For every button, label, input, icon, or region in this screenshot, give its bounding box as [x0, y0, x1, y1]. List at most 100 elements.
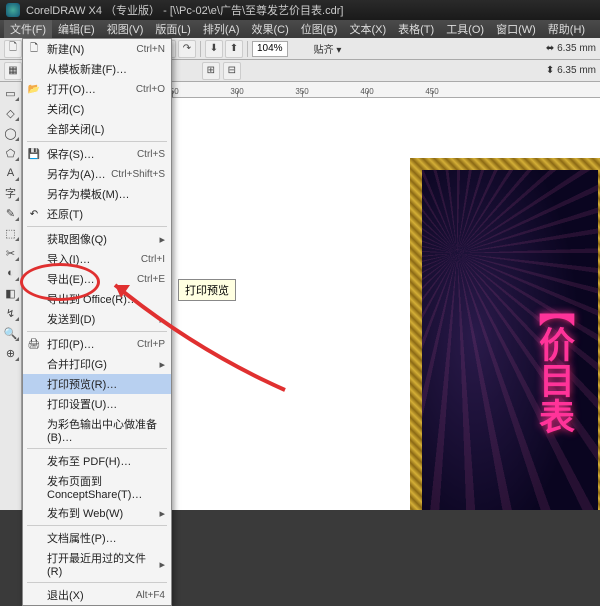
file-menu-item-18[interactable]: 合并打印(G)▸: [23, 354, 171, 374]
file-menu-item-4[interactable]: 全部关闭(L): [23, 119, 171, 139]
document-artwork[interactable]: 【价目表: [410, 158, 600, 510]
file-menu-item-7[interactable]: 另存为(A)…Ctrl+Shift+S: [23, 164, 171, 184]
menu-item-icon: 📂: [27, 82, 41, 96]
file-menu-item-25[interactable]: 发布到 Web(W)▸: [23, 503, 171, 523]
file-menu-item-6[interactable]: 💾保存(S)…Ctrl+S: [23, 144, 171, 164]
app-logo-icon: [6, 3, 20, 17]
submenu-arrow-icon: ▸: [159, 313, 165, 326]
pb-btn6-icon[interactable]: ⊟: [223, 62, 241, 80]
menu-shortcut: Ctrl+N: [136, 44, 165, 55]
menu-edit[interactable]: 编辑(E): [52, 20, 101, 38]
submenu-arrow-icon: ▸: [159, 233, 165, 246]
file-menu-item-14[interactable]: 导出到 Office(R)…: [23, 289, 171, 309]
file-menu-item-1[interactable]: 从模板新建(F)…: [23, 59, 171, 79]
file-menu-item-28[interactable]: 打开最近用过的文件(R)▸: [23, 548, 171, 580]
toolbox-tool-9[interactable]: ◐: [2, 264, 20, 282]
tb-export-icon[interactable]: ⬆: [225, 40, 243, 58]
menu-tools[interactable]: 工具(O): [440, 20, 490, 38]
file-menu-item-8[interactable]: 另存为模板(M)…: [23, 184, 171, 204]
menu-item-icon: [27, 397, 41, 411]
pb-btn1-icon[interactable]: ▦: [4, 62, 22, 80]
toolbox-tool-0[interactable]: ▭: [2, 84, 20, 102]
menu-item-label: 从模板新建(F)…: [47, 61, 127, 77]
nudge-y: ⬍ 6.35 mm: [546, 65, 596, 76]
ornate-frame: 【价目表: [410, 158, 600, 510]
menu-item-icon: [27, 531, 41, 545]
pb-btn5-icon[interactable]: ⊞: [202, 62, 220, 80]
toolbox-tool-2[interactable]: ◯: [2, 124, 20, 142]
menu-item-label: 导出到 Office(R)…: [47, 291, 138, 307]
file-menu-item-0[interactable]: 🗋新建(N)Ctrl+N: [23, 39, 171, 59]
menu-help[interactable]: 帮助(H): [542, 20, 591, 38]
toolbox-tool-6[interactable]: ✎: [2, 204, 20, 222]
toolbox-tool-5[interactable]: 字: [2, 184, 20, 202]
toolbox-tool-8[interactable]: ✂: [2, 244, 20, 262]
menu-effects[interactable]: 效果(C): [246, 20, 295, 38]
menu-separator: [27, 448, 167, 449]
menu-text[interactable]: 文本(X): [343, 20, 392, 38]
menu-separator: [27, 582, 167, 583]
ruler-tick-label: 450: [425, 87, 438, 96]
file-menu-item-2[interactable]: 📂打开(O)…Ctrl+O: [23, 79, 171, 99]
submenu-arrow-icon: ▸: [159, 358, 165, 371]
file-menu-dropdown: 🗋新建(N)Ctrl+N 从模板新建(F)… 📂打开(O)…Ctrl+O关闭(C)全…: [22, 38, 172, 606]
toolbox-tool-3[interactable]: ⬠: [2, 144, 20, 162]
divider: [200, 41, 201, 57]
submenu-arrow-icon: ▸: [159, 507, 165, 520]
menu-item-icon: [27, 588, 41, 602]
file-menu-item-17[interactable]: 🖨打印(P)…Ctrl+P: [23, 334, 171, 354]
menu-item-label: 打印设置(U)…: [47, 396, 117, 412]
file-menu-item-12[interactable]: 导入(I)…Ctrl+I: [23, 249, 171, 269]
toolbox-tool-7[interactable]: ⬚: [2, 224, 20, 242]
menu-shortcut: Ctrl+S: [137, 149, 165, 160]
snap-dropdown[interactable]: 贴齐 ▾: [314, 41, 342, 56]
file-menu-item-13[interactable]: 导出(E)…Ctrl+E: [23, 269, 171, 289]
file-menu-item-3[interactable]: 关闭(C): [23, 99, 171, 119]
file-menu-item-24[interactable]: 发布页面到 ConceptShare(T)…: [23, 471, 171, 503]
file-menu-item-27[interactable]: 文档属性(P)…: [23, 528, 171, 548]
toolbox-tool-10[interactable]: ◧: [2, 284, 20, 302]
file-menu-item-11[interactable]: 获取图像(Q) ▸: [23, 229, 171, 249]
menu-item-icon: [27, 377, 41, 391]
menu-shortcut: Ctrl+P: [137, 339, 165, 350]
menu-item-icon: [27, 423, 41, 437]
menu-item-icon: [27, 122, 41, 136]
menu-file[interactable]: 文件(F): [4, 20, 52, 38]
toolbox-tool-11[interactable]: ↯: [2, 304, 20, 322]
tb-redo-icon[interactable]: ↷: [178, 40, 196, 58]
menu-item-icon: [27, 232, 41, 246]
menu-shortcut: Alt+F4: [136, 590, 165, 601]
file-menu-item-20[interactable]: 打印设置(U)…: [23, 394, 171, 414]
menu-layout[interactable]: 版面(L): [149, 20, 196, 38]
menu-item-label: 退出(X): [47, 587, 84, 603]
toolbox-tool-12[interactable]: 🔍: [2, 324, 20, 342]
menu-window[interactable]: 窗口(W): [490, 20, 542, 38]
menu-bitmap[interactable]: 位图(B): [295, 20, 344, 38]
menu-item-icon: [27, 62, 41, 76]
file-menu-item-21[interactable]: 为彩色输出中心做准备(B)…: [23, 414, 171, 446]
menu-table[interactable]: 表格(T): [392, 20, 440, 38]
nudge-x: ⬌ 6.35 mm: [546, 43, 596, 54]
menu-separator: [27, 331, 167, 332]
toolbox-tool-4[interactable]: A: [2, 164, 20, 182]
menu-separator: [27, 141, 167, 142]
menu-view[interactable]: 视图(V): [101, 20, 150, 38]
zoom-level[interactable]: 104%: [252, 41, 288, 57]
tb-import-icon[interactable]: ⬇: [205, 40, 223, 58]
menu-item-label: 获取图像(Q): [47, 231, 107, 247]
toolbox-tool-1[interactable]: ◇: [2, 104, 20, 122]
ruler-tick-label: 300: [230, 87, 243, 96]
divider: [247, 41, 248, 57]
tb-new-icon[interactable]: 🗋: [4, 40, 22, 58]
file-menu-item-15[interactable]: 发送到(D)▸: [23, 309, 171, 329]
menu-item-icon: 🗋: [27, 42, 41, 56]
file-menu-item-9[interactable]: ↶还原(T): [23, 204, 171, 224]
file-menu-item-23[interactable]: 发布至 PDF(H)…: [23, 451, 171, 471]
menu-bar: 文件(F) 编辑(E) 视图(V) 版面(L) 排列(A) 效果(C) 位图(B…: [0, 20, 600, 38]
menu-item-label: 打印(P)…: [47, 336, 95, 352]
menu-arrange[interactable]: 排列(A): [197, 20, 246, 38]
menu-item-icon: ↶: [27, 207, 41, 221]
toolbox-tool-13[interactable]: ⊕: [2, 344, 20, 362]
file-menu-item-19[interactable]: 打印预览(R)…: [23, 374, 171, 394]
file-menu-item-30[interactable]: 退出(X) Alt+F4: [23, 585, 171, 605]
